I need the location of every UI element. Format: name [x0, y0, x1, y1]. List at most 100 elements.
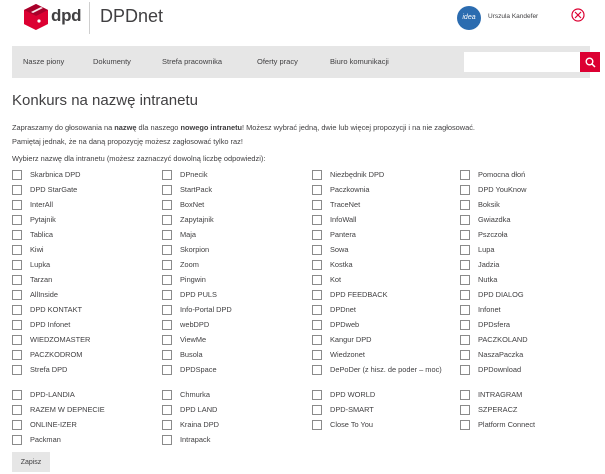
- submit-button[interactable]: Zapisz: [12, 452, 50, 472]
- option-checkbox[interactable]: [162, 290, 172, 300]
- dpd-logo-icon[interactable]: [24, 4, 48, 30]
- option-checkbox[interactable]: [12, 365, 22, 375]
- option-checkbox[interactable]: [460, 320, 470, 330]
- option-checkbox[interactable]: [312, 305, 322, 315]
- option-checkbox[interactable]: [460, 170, 470, 180]
- option-checkbox[interactable]: [162, 365, 172, 375]
- option-checkbox[interactable]: [312, 260, 322, 270]
- option-checkbox[interactable]: [12, 245, 22, 255]
- option-label: DPD-LANDIA: [30, 390, 75, 399]
- option-checkbox[interactable]: [460, 405, 470, 415]
- option-checkbox[interactable]: [12, 185, 22, 195]
- option-checkbox[interactable]: [460, 275, 470, 285]
- option-checkbox[interactable]: [460, 350, 470, 360]
- option-checkbox[interactable]: [12, 420, 22, 430]
- option-checkbox[interactable]: [312, 420, 322, 430]
- search-input[interactable]: [464, 52, 580, 72]
- option-label: Kostka: [330, 260, 353, 269]
- option-checkbox[interactable]: [162, 350, 172, 360]
- option-checkbox[interactable]: [460, 290, 470, 300]
- option-checkbox[interactable]: [162, 335, 172, 345]
- option-label: Pomocna dłoń: [478, 170, 526, 179]
- option-checkbox[interactable]: [312, 335, 322, 345]
- option-label: DPD YouKnow: [478, 185, 527, 194]
- option-checkbox[interactable]: [460, 365, 470, 375]
- option-checkbox[interactable]: [312, 290, 322, 300]
- option-checkbox[interactable]: [12, 230, 22, 240]
- option-checkbox[interactable]: [162, 185, 172, 195]
- option-checkbox[interactable]: [12, 170, 22, 180]
- option-checkbox[interactable]: [12, 435, 22, 445]
- nav-item-oferty-pracy[interactable]: Oferty pracy: [257, 46, 298, 78]
- option-checkbox[interactable]: [12, 335, 22, 345]
- site-header: dpd DPDnet idea Urszula Kandefer: [0, 0, 605, 44]
- option-label: TraceNet: [330, 200, 361, 209]
- option-checkbox[interactable]: [162, 260, 172, 270]
- option-label: webDPD: [180, 320, 210, 329]
- nav-item-dokumenty[interactable]: Dokumenty: [93, 46, 131, 78]
- option-label: AllInside: [30, 290, 58, 299]
- option-checkbox[interactable]: [12, 405, 22, 415]
- user-name[interactable]: Urszula Kandefer: [488, 12, 538, 21]
- option-checkbox[interactable]: [162, 390, 172, 400]
- option-checkbox[interactable]: [312, 390, 322, 400]
- option-checkbox[interactable]: [460, 260, 470, 270]
- option-checkbox[interactable]: [312, 200, 322, 210]
- option-checkbox[interactable]: [162, 245, 172, 255]
- option-checkbox[interactable]: [162, 215, 172, 225]
- option-checkbox[interactable]: [312, 350, 322, 360]
- option-checkbox[interactable]: [162, 230, 172, 240]
- main-nav: Nasze piony Dokumenty Strefa pracownika …: [12, 46, 600, 78]
- option-checkbox[interactable]: [12, 215, 22, 225]
- option-checkbox[interactable]: [460, 185, 470, 195]
- option-checkbox[interactable]: [162, 200, 172, 210]
- option-label: Pantera: [330, 230, 356, 239]
- option-checkbox[interactable]: [162, 405, 172, 415]
- option-checkbox[interactable]: [312, 405, 322, 415]
- search-button[interactable]: [580, 52, 600, 72]
- option-label: Close To You: [330, 420, 374, 429]
- option-checkbox[interactable]: [460, 200, 470, 210]
- option-checkbox[interactable]: [162, 305, 172, 315]
- brand-wordmark[interactable]: dpd: [51, 6, 82, 26]
- option-checkbox[interactable]: [312, 245, 322, 255]
- option-checkbox[interactable]: [162, 420, 172, 430]
- option-checkbox[interactable]: [460, 230, 470, 240]
- option-checkbox[interactable]: [312, 170, 322, 180]
- option-checkbox[interactable]: [12, 260, 22, 270]
- option-label: Chmurka: [180, 390, 210, 399]
- option-checkbox[interactable]: [312, 275, 322, 285]
- option-checkbox[interactable]: [460, 390, 470, 400]
- logout-icon[interactable]: [571, 8, 585, 22]
- nav-item-strefa-pracownika[interactable]: Strefa pracownika: [162, 46, 222, 78]
- nav-item-nasze-piony[interactable]: Nasze piony: [23, 46, 64, 78]
- option-checkbox[interactable]: [12, 350, 22, 360]
- option-checkbox[interactable]: [162, 320, 172, 330]
- option-checkbox[interactable]: [12, 200, 22, 210]
- option-checkbox[interactable]: [460, 245, 470, 255]
- option-label: DPD PULS: [180, 290, 217, 299]
- option-checkbox[interactable]: [312, 365, 322, 375]
- option-checkbox[interactable]: [162, 275, 172, 285]
- option-checkbox[interactable]: [12, 275, 22, 285]
- avatar[interactable]: idea: [457, 6, 481, 30]
- option-checkbox[interactable]: [12, 290, 22, 300]
- option-checkbox[interactable]: [460, 215, 470, 225]
- option-checkbox[interactable]: [312, 215, 322, 225]
- option-checkbox[interactable]: [12, 305, 22, 315]
- option-checkbox[interactable]: [460, 305, 470, 315]
- option-label: INTRAGRAM: [478, 390, 523, 399]
- option-checkbox[interactable]: [12, 390, 22, 400]
- option-checkbox[interactable]: [312, 185, 322, 195]
- option-checkbox[interactable]: [12, 320, 22, 330]
- option-checkbox[interactable]: [162, 435, 172, 445]
- option-label: Pytajnik: [30, 215, 56, 224]
- option-checkbox[interactable]: [460, 420, 470, 430]
- option-checkbox[interactable]: [162, 170, 172, 180]
- option-checkbox[interactable]: [460, 335, 470, 345]
- poll-question: Wybierz nazwę dla intranetu (możesz zazn…: [12, 154, 266, 163]
- option-checkbox[interactable]: [312, 320, 322, 330]
- app-name[interactable]: DPDnet: [100, 6, 163, 26]
- nav-item-biuro-komunikacji[interactable]: Biuro komunikacji: [330, 46, 389, 78]
- option-checkbox[interactable]: [312, 230, 322, 240]
